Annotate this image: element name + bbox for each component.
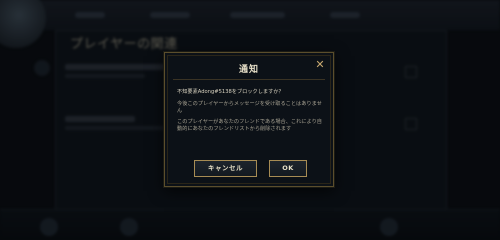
dialog-message-line: 今後このプレイヤーからメッセージを受け取ることはありません [177,100,322,115]
block-player-dialog: 通知 ✕ 不知要素Adong#5138をブロックしますか？ 今後このプレイヤーか… [164,52,334,187]
close-icon[interactable]: ✕ [314,59,326,71]
dialog-title: 通知 [238,65,259,75]
dialog-body: 不知要素Adong#5138をブロックしますか？ 今後このプレイヤーからメッセー… [177,89,323,137]
ok-button[interactable]: OK [269,160,307,177]
dialog-divider [173,79,325,80]
cancel-button[interactable]: キャンセル [194,160,257,177]
dialog-message-line: このプレイヤーがあなたのフレンドである場合、これにより自動的にあなたのフレンドリ… [177,118,322,133]
dialog-question: 不知要素Adong#5138をブロックしますか？ [177,89,284,95]
